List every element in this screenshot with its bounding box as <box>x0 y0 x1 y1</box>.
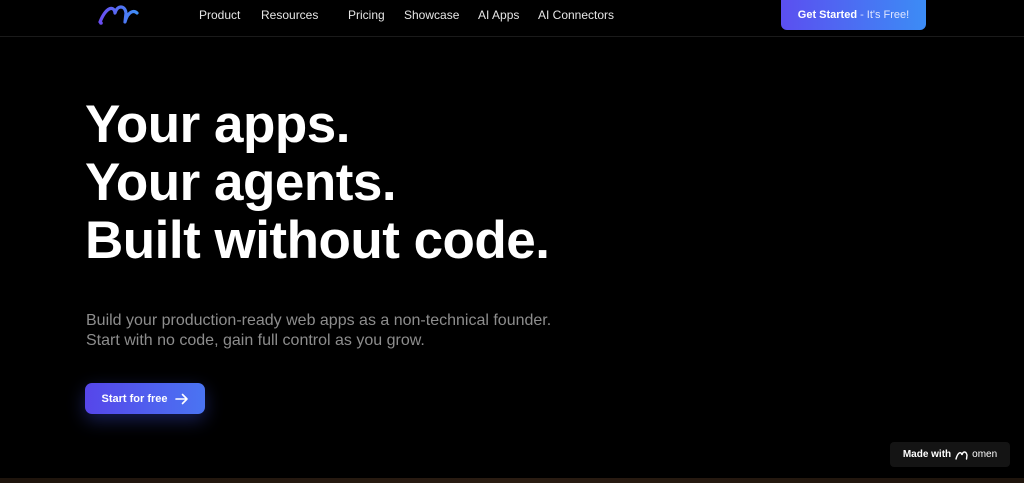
start-for-free-label: Start for free <box>101 392 168 405</box>
nav-resources[interactable]: Resources <box>261 8 318 22</box>
bottom-edge <box>0 478 1024 483</box>
hero-subtitle-line: Build your production-ready web apps as … <box>86 312 552 329</box>
nav-showcase[interactable]: Showcase <box>404 8 459 22</box>
hero-title: Your apps. Your agents. Built without co… <box>85 96 550 270</box>
made-with-label: Made with <box>902 449 952 460</box>
get-started-sublabel: - It's Free! <box>860 9 910 21</box>
get-started-label: Get Started <box>797 9 858 21</box>
nav-ai-connectors[interactable]: AI Connectors <box>538 8 614 22</box>
nav-pricing[interactable]: Pricing <box>348 8 385 22</box>
stylized-m-logo-icon[interactable] <box>97 2 139 26</box>
start-for-free-button[interactable]: Start for free <box>85 383 205 414</box>
brand-name: omen <box>972 449 998 460</box>
made-with-badge[interactable]: Made with omen <box>890 442 1010 467</box>
nav-ai-apps[interactable]: AI Apps <box>478 8 519 22</box>
hero-subtitle: Build your production-ready web apps as … <box>86 311 551 351</box>
hero-title-line: Your apps. <box>85 95 350 154</box>
brand-wordmark: omen <box>955 449 997 460</box>
arrow-right-icon <box>174 393 188 404</box>
hero-title-line: Built without code. <box>85 211 550 270</box>
hero-title-line: Your agents. <box>85 153 397 212</box>
site-header: Product Resources Pricing Showcase AI Ap… <box>0 0 1024 37</box>
landing-page: Product Resources Pricing Showcase AI Ap… <box>0 0 1024 483</box>
get-started-button[interactable]: Get Started - It's Free! <box>781 0 926 30</box>
brand-m-logo-icon <box>955 450 968 460</box>
nav-product[interactable]: Product <box>199 8 240 22</box>
hero-subtitle-line: Start with no code, gain full control as… <box>86 332 425 349</box>
